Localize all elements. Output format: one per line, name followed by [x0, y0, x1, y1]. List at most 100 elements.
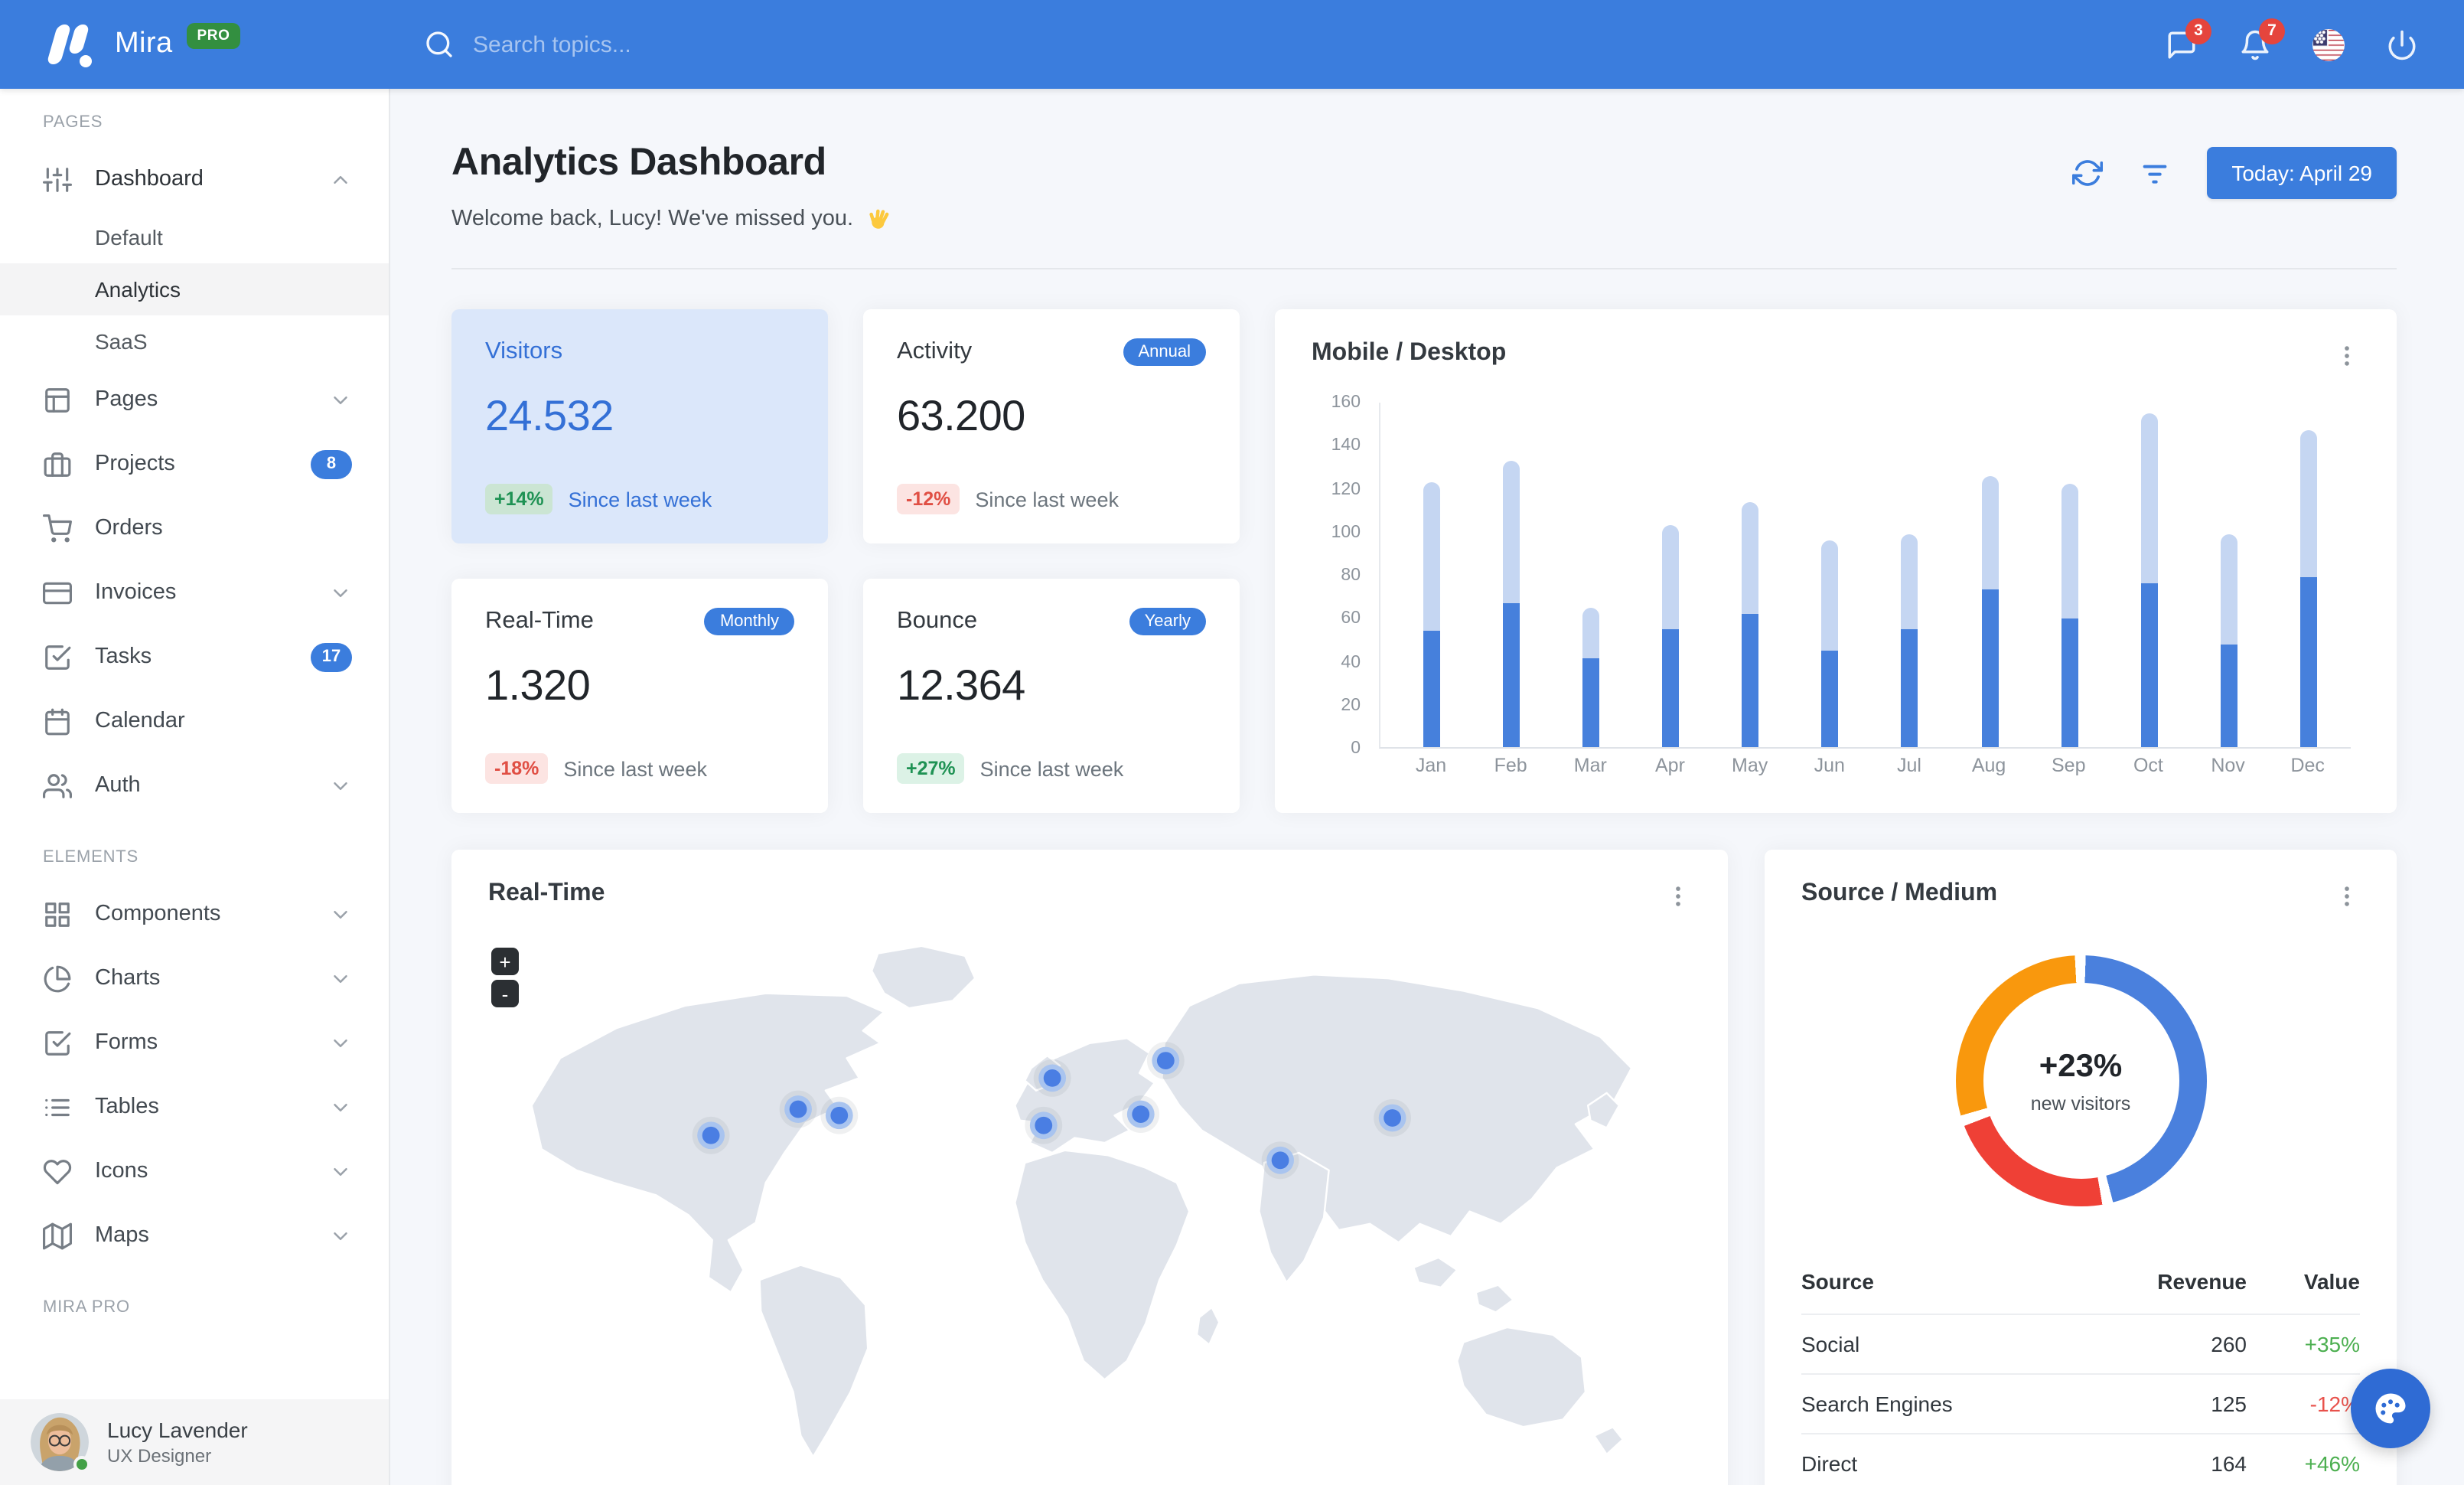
sidebar-count-badge: 8: [311, 449, 352, 478]
sidebar-item-tables[interactable]: Tables: [0, 1075, 389, 1139]
stat-title: Bounce: [897, 608, 978, 634]
map-zoom-in-button[interactable]: +: [491, 948, 519, 975]
stat-card-bounce: Bounce Yearly 12.364 +27% Since last week: [863, 579, 1240, 813]
x-axis-tick-label: May: [1732, 755, 1768, 776]
map-marker[interactable]: [1025, 1106, 1063, 1144]
map-menu-button[interactable]: [1662, 880, 1694, 912]
value-cell: -12%: [2309, 1392, 2360, 1416]
x-axis-tick-label: Jan: [1415, 755, 1447, 776]
sidebar-item-components[interactable]: Components: [0, 882, 389, 946]
sidebar-item-analytics[interactable]: Analytics: [0, 263, 389, 315]
map-marker[interactable]: [1374, 1099, 1412, 1137]
notifications-button[interactable]: 7: [2239, 18, 2285, 60]
x-axis-tick-label: Dec: [2290, 755, 2325, 776]
chevron-down-icon: [329, 902, 352, 925]
stat-period-pill[interactable]: Yearly: [1129, 608, 1206, 635]
y-axis-tick-label: 120: [1331, 480, 1361, 498]
x-axis-tick-label: Mar: [1573, 755, 1607, 776]
map-marker[interactable]: [779, 1090, 817, 1128]
chevron-down-icon: [329, 388, 352, 411]
stat-period-pill[interactable]: Annual: [1123, 338, 1206, 366]
revenue-cell: 125: [2211, 1392, 2247, 1416]
header-divider: [451, 268, 2397, 269]
stat-title: Real-Time: [485, 608, 594, 634]
source-table: Source Revenue Value Social 260 +35% Search En…: [1801, 1252, 2360, 1485]
x-axis-tick-label: Sep: [2052, 755, 2086, 776]
mira-logo-icon: [46, 21, 98, 67]
x-axis-tick-label: Aug: [1971, 755, 2006, 776]
map-marker[interactable]: [1146, 1042, 1185, 1080]
stat-title: Activity: [897, 338, 973, 364]
welcome-text: Welcome back, Lucy! We've missed you.: [451, 205, 891, 233]
logout-button[interactable]: [2386, 28, 2418, 60]
revenue-cell: 164: [2211, 1451, 2247, 1476]
sidebar-item-label: Pages: [95, 387, 158, 412]
page-title: Analytics Dashboard: [451, 141, 826, 184]
source-menu-button[interactable]: [2331, 880, 2363, 912]
sidebar-item-default[interactable]: Default: [0, 211, 389, 263]
map-marker[interactable]: [1261, 1141, 1299, 1180]
refresh-button[interactable]: [2072, 158, 2104, 188]
chevron-down-icon: [329, 581, 352, 604]
sidebar-item-saas[interactable]: SaaS: [0, 315, 389, 367]
sidebar-item-label: Projects: [95, 452, 175, 476]
y-axis-tick-label: 160: [1331, 393, 1361, 412]
filter-button[interactable]: [2140, 158, 2170, 188]
heart-icon: [43, 1157, 72, 1186]
sidebar-item-projects[interactable]: Projects 8: [0, 432, 389, 496]
messages-button[interactable]: 3: [2166, 18, 2211, 60]
list-icon: [43, 1092, 72, 1121]
search-input[interactable]: [473, 31, 932, 57]
sidebar-item-pages[interactable]: Pages: [0, 367, 389, 432]
map-marker[interactable]: [692, 1116, 730, 1154]
stat-caption: Since last week: [563, 757, 707, 780]
sidebar-item-label: Invoices: [95, 580, 177, 605]
y-axis-tick-label: 60: [1341, 609, 1361, 628]
mobile-desktop-card: Mobile / Desktop 0 20 40 60 80 100 120 140 160 J…: [1275, 309, 2397, 813]
wave-hand-icon: [869, 209, 888, 229]
sidebar-item-label: Charts: [95, 966, 161, 991]
chart-title: Mobile / Desktop: [1312, 340, 1507, 366]
refresh-icon: [2072, 160, 2104, 186]
sidebar-section-label: ELEMENTS: [43, 848, 139, 867]
avatar: [31, 1413, 90, 1473]
source-table-header: Source Revenue Value: [1801, 1269, 2360, 1294]
sidebar-user[interactable]: Lucy Lavender UX Designer: [0, 1399, 389, 1485]
x-axis-tick-label: Apr: [1655, 755, 1685, 776]
map-icon: [43, 1221, 72, 1250]
map-card-title: Real-Time: [488, 880, 605, 906]
sidebar-item-dashboard[interactable]: Dashboard: [0, 147, 389, 211]
realtime-map-card: Real-Time + -: [451, 850, 1728, 1485]
sliders-icon: [43, 165, 72, 194]
sidebar-item-label: SaaS: [95, 329, 148, 354]
bar-mar: [1582, 403, 1600, 747]
sidebar-item-forms[interactable]: Forms: [0, 1010, 389, 1075]
credit-card-icon: [43, 578, 72, 607]
sidebar-item-auth[interactable]: Auth: [0, 753, 389, 818]
world-map[interactable]: [451, 919, 1728, 1467]
sidebar-item-orders[interactable]: Orders: [0, 496, 389, 560]
sidebar-item-icons[interactable]: Icons: [0, 1139, 389, 1203]
value-cell: +46%: [2304, 1451, 2360, 1476]
map-marker[interactable]: [1122, 1095, 1160, 1134]
date-range-button[interactable]: Today: April 29: [2207, 147, 2397, 199]
main-content: Analytics Dashboard Welcome back, Lucy! …: [390, 89, 2464, 1485]
cart-icon: [43, 514, 72, 543]
navbar-actions: 3 7: [2166, 18, 2464, 60]
map-marker[interactable]: [820, 1096, 859, 1134]
bar-feb: [1503, 403, 1520, 747]
sidebar-item-invoices[interactable]: Invoices: [0, 560, 389, 625]
sidebar-item-charts[interactable]: Charts: [0, 946, 389, 1010]
map-marker[interactable]: [1033, 1059, 1071, 1097]
source-table-row: Search Engines 125 -12%: [1801, 1373, 2360, 1433]
map-zoom-out-button[interactable]: -: [491, 980, 519, 1007]
chart-menu-button[interactable]: [2331, 340, 2363, 372]
sidebar-item-maps[interactable]: Maps: [0, 1203, 389, 1268]
theme-settings-button[interactable]: [2351, 1369, 2430, 1448]
language-button[interactable]: [2312, 28, 2345, 60]
stat-period-pill[interactable]: Monthly: [704, 608, 794, 635]
sidebar-item-tasks[interactable]: Tasks 17: [0, 625, 389, 689]
sidebar-item-calendar[interactable]: Calendar: [0, 689, 389, 753]
messages-count-badge: 3: [2185, 18, 2211, 44]
brand[interactable]: Mira PRO: [0, 0, 390, 89]
